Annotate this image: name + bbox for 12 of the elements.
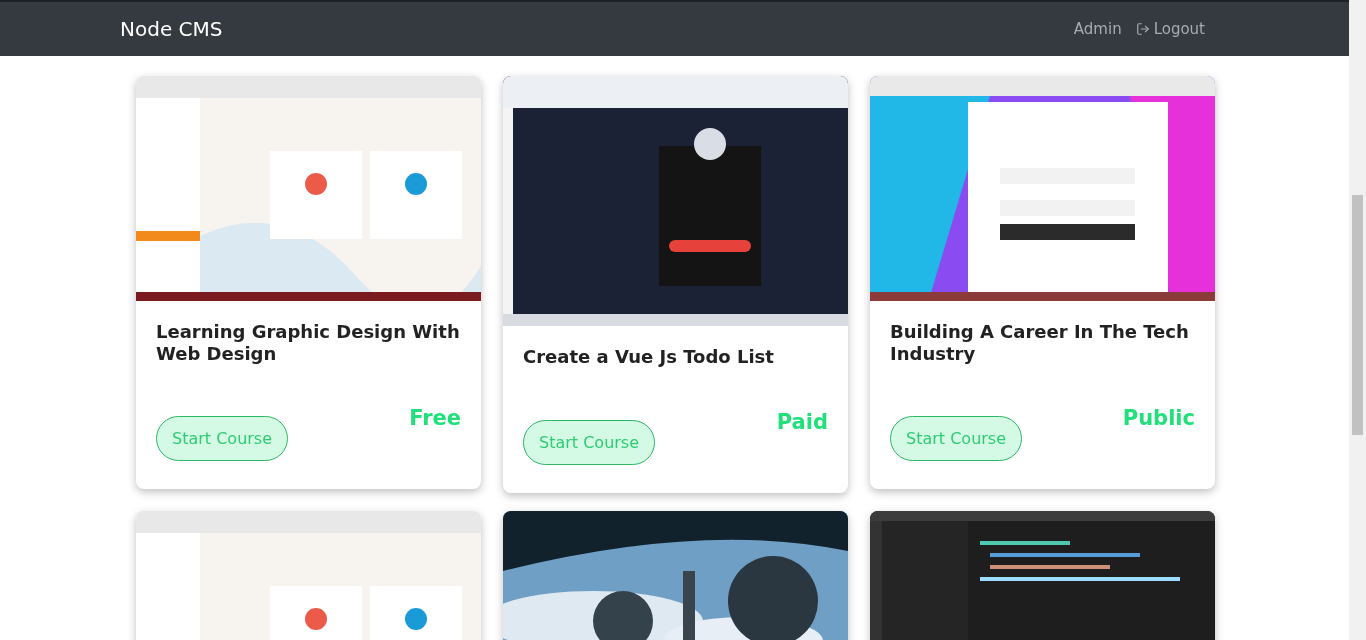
brand-link[interactable]: Node CMS (120, 17, 223, 41)
course-title: Building A Career In The Tech Industry (890, 321, 1190, 365)
nav-link[interactable]: Logout (1135, 20, 1205, 38)
scrollbar-thumb[interactable] (1352, 195, 1363, 435)
price-label: Public (1122, 406, 1195, 431)
price-label: Free (409, 406, 461, 431)
scrollbar[interactable] (1349, 0, 1366, 640)
logout-icon (1135, 22, 1150, 36)
course-title: Create a Vue Js Todo List (523, 346, 775, 368)
nav-link[interactable]: Admin (1073, 20, 1122, 38)
course-title: Learning Graphic Design With Web Design (156, 321, 461, 365)
price-label: Paid (776, 409, 828, 434)
